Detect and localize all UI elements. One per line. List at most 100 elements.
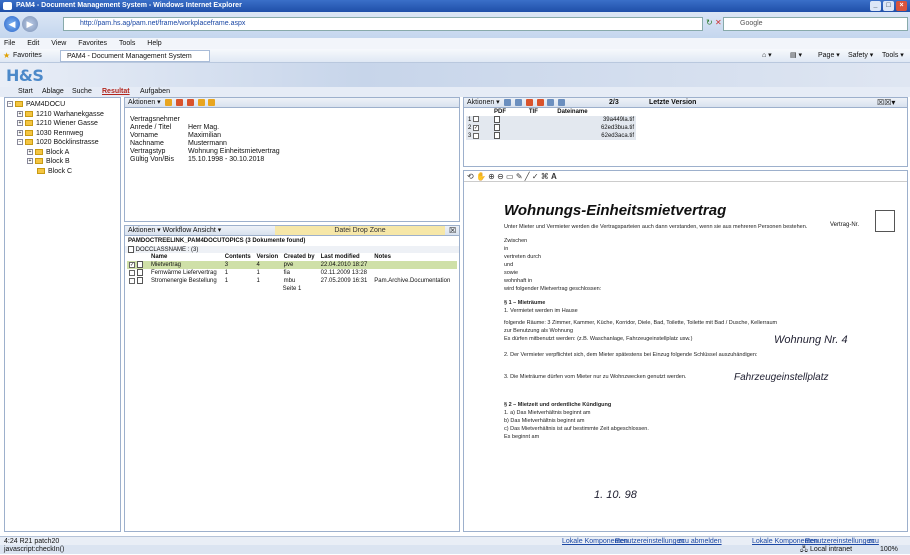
tree-item-block-b[interactable]: + Block B: [5, 157, 120, 167]
table-row[interactable]: Stromenergie Bestellung 1 1 mbu 27.05.20…: [127, 277, 457, 285]
file-row[interactable]: 3 62ed3aca.tif: [466, 132, 636, 141]
file-checkbox[interactable]: [473, 132, 480, 139]
tools-menu[interactable]: Tools ▾: [882, 49, 904, 63]
next-file-icon[interactable]: [536, 98, 544, 106]
home-icon[interactable]: ⌂ ▾: [762, 49, 772, 63]
tab-ablage[interactable]: Ablage: [42, 87, 64, 97]
tab-pam4[interactable]: PAM4 - Document Management System: [60, 50, 210, 62]
check-icon[interactable]: ✓: [532, 172, 539, 181]
detail-actions-menu[interactable]: Aktionen ▾: [128, 99, 161, 106]
scan-icon[interactable]: [503, 98, 511, 106]
upload-icon[interactable]: [514, 98, 522, 106]
file-name[interactable]: 62ed3bua.tif: [555, 124, 636, 132]
view-icon[interactable]: [547, 98, 555, 106]
menu-view[interactable]: View: [51, 40, 66, 47]
rss-icon[interactable]: ▤ ▾: [790, 49, 802, 63]
minimize-button[interactable]: _: [870, 1, 881, 11]
tab-resultat[interactable]: Resultat: [102, 87, 130, 97]
list-icon[interactable]: [558, 98, 566, 106]
cell-name[interactable]: Mietvertrag: [149, 261, 223, 269]
search-input[interactable]: Google: [723, 17, 908, 31]
tab-suche[interactable]: Suche: [72, 87, 92, 97]
stop-icon[interactable]: ✕: [715, 18, 722, 27]
col-filename[interactable]: Dateiname: [555, 108, 636, 116]
col-created[interactable]: Created by: [282, 253, 319, 261]
zoom-level[interactable]: 100%: [880, 545, 898, 554]
col-name[interactable]: Name: [149, 253, 223, 261]
favorites-star-icon[interactable]: ★: [3, 49, 10, 63]
rotate-icon[interactable]: ⟲: [467, 172, 474, 181]
table-row[interactable]: Fernwärme Liefervertrag 1 1 fia 02.11.20…: [127, 269, 457, 277]
menu-favorites[interactable]: Favorites: [78, 40, 107, 47]
prev-icon[interactable]: [175, 98, 183, 106]
back-icon[interactable]: ◀: [4, 16, 20, 32]
tree-item-1020-boecklinstrasse[interactable]: −1020 Böcklinstrasse: [5, 138, 120, 148]
expand-icon[interactable]: +: [17, 129, 23, 136]
panel-close-icon[interactable]: ☒☒▾: [877, 98, 895, 108]
save-icon[interactable]: [164, 98, 172, 106]
tab-start[interactable]: Start: [18, 87, 33, 97]
fit-icon[interactable]: ▭: [506, 172, 514, 181]
menu-tools[interactable]: Tools: [119, 40, 135, 47]
close-panel-icon[interactable]: ☒: [449, 226, 456, 236]
favorites-button[interactable]: Favorites: [13, 49, 42, 63]
file-name[interactable]: 39a449la.tif: [555, 116, 636, 124]
col-tif[interactable]: TIF: [527, 108, 555, 116]
file-name[interactable]: 62ed3aca.tif: [555, 132, 636, 140]
delete-icon[interactable]: [208, 98, 216, 106]
tree-item-1030-rennweg[interactable]: +1030 Rennweg: [5, 129, 120, 139]
tree-item-1210-warhanekgasse[interactable]: +1210 Warhanekgasse: [5, 110, 120, 120]
pen-icon[interactable]: ✎: [516, 172, 523, 181]
menu-edit[interactable]: Edit: [27, 40, 39, 47]
collapse-icon[interactable]: −: [7, 101, 13, 108]
list-menus[interactable]: Aktionen ▾ Workflow Ansicht ▾: [128, 227, 221, 234]
tree-item-pam4docu[interactable]: − PAM4DOCU: [5, 100, 120, 110]
cell-name[interactable]: Fernwärme Liefervertrag: [149, 269, 223, 277]
file-row[interactable]: 2 ✓ 62ed3bua.tif: [466, 124, 636, 133]
tab-aufgaben[interactable]: Aufgaben: [140, 87, 170, 97]
file-row[interactable]: 1 39a449la.tif: [466, 116, 636, 125]
drop-zone[interactable]: Datei Drop Zone: [275, 226, 445, 235]
file-actions-menu[interactable]: Aktionen ▾: [467, 99, 500, 106]
expand-icon[interactable]: +: [27, 158, 33, 165]
col-contents[interactable]: Contents: [223, 253, 255, 261]
hand-icon[interactable]: ✋: [476, 172, 486, 181]
file-checkbox[interactable]: ✓: [473, 124, 480, 131]
expand-icon[interactable]: +: [17, 120, 23, 127]
col-version[interactable]: Version: [254, 253, 281, 261]
tree-item-block-c[interactable]: Block C: [5, 167, 120, 177]
menu-help[interactable]: Help: [147, 40, 161, 47]
forward-icon[interactable]: ▶: [22, 16, 38, 32]
row-checkbox[interactable]: [129, 277, 135, 284]
expand-icon[interactable]: +: [27, 148, 33, 155]
line-icon[interactable]: ╱: [525, 172, 530, 181]
expand-icon[interactable]: +: [17, 110, 23, 117]
safety-menu[interactable]: Safety ▾: [848, 49, 873, 63]
next-icon[interactable]: [186, 98, 194, 106]
edit-icon[interactable]: [197, 98, 205, 106]
col-modified[interactable]: Last modified: [319, 253, 373, 261]
menu-file[interactable]: File: [4, 40, 15, 47]
col-pdf[interactable]: PDF: [492, 108, 527, 116]
zoom-in-icon[interactable]: ⊕: [488, 172, 495, 181]
prev-file-icon[interactable]: [525, 98, 533, 106]
file-checkbox[interactable]: [473, 116, 480, 123]
row-checkbox[interactable]: [129, 269, 135, 276]
col-notes[interactable]: Notes: [372, 253, 457, 261]
collapse-icon[interactable]: −: [17, 139, 23, 146]
table-row[interactable]: ✓ Mietvertrag 3 4 pve 22.04.2010 18:27: [127, 261, 457, 270]
page-menu[interactable]: Page ▾: [818, 49, 840, 63]
url-input[interactable]: http://pam.hs.ag/pam.net/frame/workplace…: [63, 17, 703, 31]
stamp-icon[interactable]: ⌘: [541, 172, 549, 181]
row-checkbox[interactable]: ✓: [129, 261, 135, 268]
cell-name[interactable]: Stromenergie Bestellung: [149, 277, 223, 285]
page-indicator[interactable]: Seite 1: [125, 286, 459, 292]
maximize-button[interactable]: □: [883, 1, 894, 11]
tree-item-block-a[interactable]: + Block A: [5, 148, 120, 158]
text-icon[interactable]: A: [551, 172, 557, 181]
close-button[interactable]: ×: [896, 1, 907, 11]
folder-icon: [25, 120, 33, 127]
tree-item-1210-wiener-gasse[interactable]: +1210 Wiener Gasse: [5, 119, 120, 129]
zoom-out-icon[interactable]: ⊖: [497, 172, 504, 181]
refresh-icon[interactable]: ↻: [706, 18, 713, 27]
